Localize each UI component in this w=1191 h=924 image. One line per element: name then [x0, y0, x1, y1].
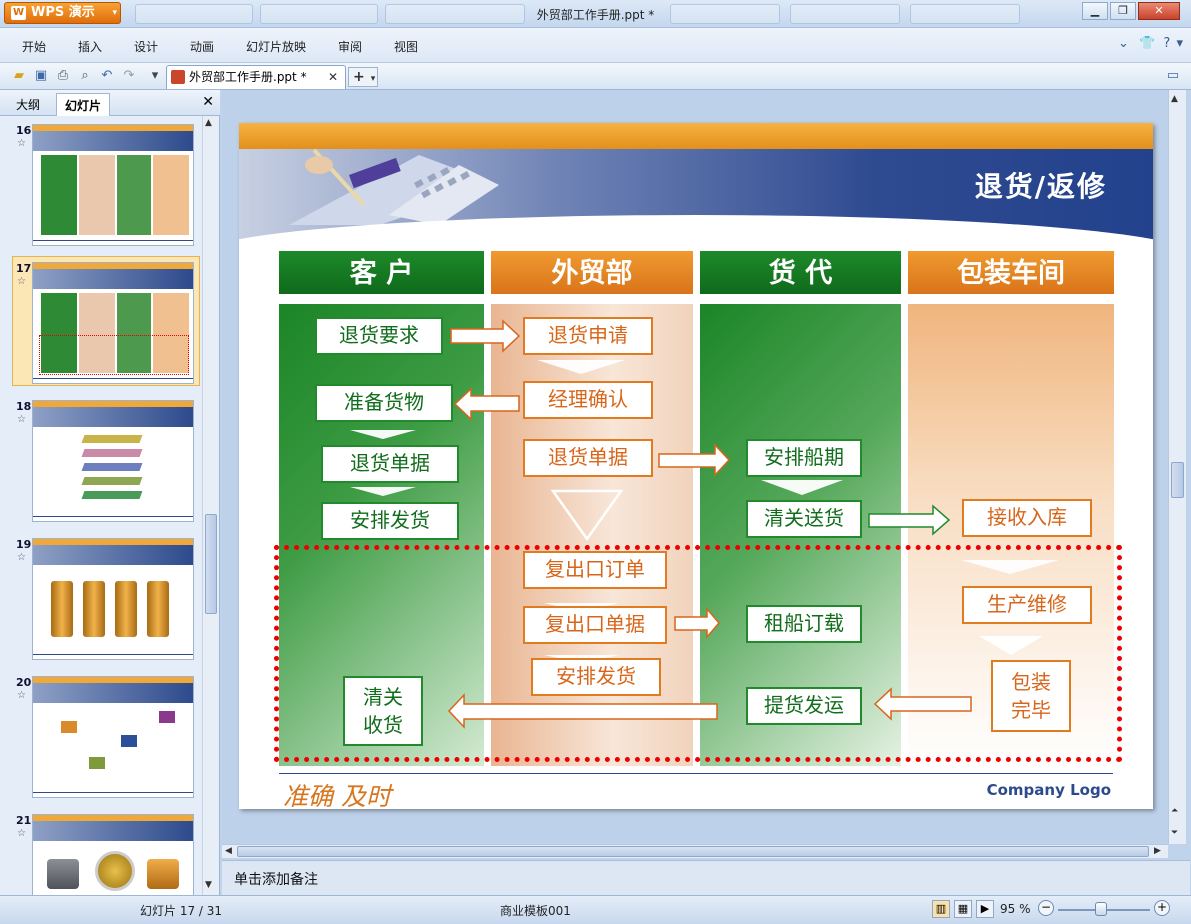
- previous-slide-icon[interactable]: ⏶: [1171, 806, 1178, 816]
- scroll-thumb[interactable]: [205, 514, 217, 614]
- chevron-down-icon[interactable]: ▾: [146, 67, 164, 85]
- title-bar: W WPS 演示 ▾ 外贸部工作手册.ppt * ▁ ❐ ✕: [0, 0, 1191, 28]
- menu-slideshow[interactable]: 幻灯片放映: [246, 38, 306, 55]
- flow-box-customs-delivery[interactable]: 清关送货: [746, 500, 862, 538]
- zoom-slider-handle[interactable]: [1095, 902, 1107, 916]
- scroll-thumb[interactable]: [1171, 462, 1184, 498]
- slogan-text[interactable]: 准确 及时: [283, 777, 391, 809]
- thumbnail-number: 17: [16, 262, 32, 275]
- panel-tabs: 大纲 幻灯片 ✕: [0, 90, 220, 116]
- scroll-thumb[interactable]: [237, 846, 1149, 857]
- print-icon[interactable]: ⎙: [54, 67, 72, 85]
- close-window-button[interactable]: ✕: [1138, 2, 1180, 20]
- slide-position-status: 幻灯片 17 / 31: [140, 904, 223, 918]
- menu-review[interactable]: 审阅: [338, 38, 362, 55]
- window-title: 外贸部工作手册.ppt *: [536, 8, 655, 22]
- normal-view-icon[interactable]: ▥: [932, 900, 950, 918]
- zoom-level[interactable]: 95 %: [1000, 902, 1031, 916]
- thumbnail-scrollbar[interactable]: ▲ ▼: [202, 116, 219, 895]
- open-folder-icon[interactable]: ▰: [10, 67, 28, 85]
- slide-thumbnail-19[interactable]: [32, 538, 194, 660]
- menu-design[interactable]: 设计: [134, 38, 158, 55]
- slide-17[interactable]: 退货/返修 客 户 外贸部 货 代 包装车间 退货要求 退货申请 准备货物 经理…: [239, 123, 1153, 809]
- flow-box-return-application[interactable]: 退货申请: [523, 317, 653, 355]
- slide-thumbnail-17[interactable]: [32, 262, 194, 384]
- star-icon: ☆: [17, 828, 26, 839]
- ppt-file-icon: [171, 70, 185, 84]
- chevron-down-icon[interactable]: ▾: [1176, 36, 1183, 51]
- document-tab[interactable]: 外贸部工作手册.ppt *: [166, 65, 346, 89]
- zoom-in-icon[interactable]: +: [1154, 900, 1170, 916]
- thumbnail-number: 16: [16, 124, 32, 137]
- flow-box-return-request[interactable]: 退货要求: [315, 317, 443, 355]
- scroll-right-icon[interactable]: ▶: [1154, 846, 1161, 856]
- notes-placeholder[interactable]: 单击添加备注: [234, 869, 318, 889]
- close-tab-icon[interactable]: ✕: [328, 70, 338, 84]
- chevron-down-icon[interactable]: ⌄: [1118, 36, 1129, 51]
- menu-insert[interactable]: 插入: [78, 38, 102, 55]
- menu-right-icons: ⌄ 👕 ? ▾: [1118, 36, 1183, 51]
- maximize-button[interactable]: ❐: [1110, 2, 1136, 20]
- flow-box-receive-storage[interactable]: 接收入库: [962, 499, 1092, 537]
- scroll-up-icon[interactable]: ▲: [205, 118, 212, 128]
- footer-line: [279, 773, 1113, 774]
- canvas-vertical-scrollbar[interactable]: ▲ ⏶ ⏷: [1168, 90, 1186, 844]
- status-bar: 幻灯片 17 / 31 商业模板001 ▥ ▦ ▶ 95 % − +: [0, 895, 1191, 924]
- print-preview-icon[interactable]: ⌕: [76, 67, 94, 85]
- red-dotted-highlight: [274, 545, 1122, 762]
- flow-box-schedule-shipment[interactable]: 安排船期: [746, 439, 862, 477]
- menu-bar: 开始 插入 设计 动画 幻灯片放映 审阅 视图 ⌄ 👕 ? ▾: [0, 28, 1191, 62]
- minimize-button[interactable]: ▁: [1082, 2, 1108, 20]
- company-logo-text[interactable]: Company Logo: [987, 781, 1111, 799]
- slideshow-play-icon[interactable]: ▶: [976, 900, 994, 918]
- wps-presentation-window: W WPS 演示 ▾ 外贸部工作手册.ppt * ▁ ❐ ✕ 开始 插入 设计 …: [0, 0, 1191, 924]
- flow-box-arrange-delivery-customer[interactable]: 安排发货: [321, 502, 459, 540]
- shirt-skin-icon[interactable]: 👕: [1139, 36, 1155, 51]
- help-icon[interactable]: ?: [1163, 36, 1170, 51]
- next-slide-icon[interactable]: ⏷: [1171, 828, 1178, 838]
- slide-thumbnail-20[interactable]: [32, 676, 194, 798]
- menu-view[interactable]: 视图: [394, 38, 418, 55]
- thumbnail-number: 20: [16, 676, 32, 689]
- save-icon[interactable]: ▣: [32, 67, 50, 85]
- scroll-up-icon[interactable]: ▲: [1171, 94, 1178, 104]
- thumbnail-number: 18: [16, 400, 32, 413]
- flow-box-return-docs-customer[interactable]: 退货单据: [321, 445, 459, 483]
- template-name-status[interactable]: 商业模板001: [500, 902, 571, 919]
- notes-pane[interactable]: 单击添加备注: [222, 860, 1190, 895]
- undo-icon[interactable]: ↶: [98, 67, 116, 85]
- menu-animation[interactable]: 动画: [190, 38, 214, 55]
- tab-slides[interactable]: 幻灯片: [56, 93, 111, 116]
- star-icon: ☆: [17, 552, 26, 563]
- redo-icon[interactable]: ↷: [120, 67, 138, 85]
- star-icon: ☆: [17, 690, 26, 701]
- scroll-down-icon[interactable]: ▼: [205, 880, 212, 890]
- thumbnail-number: 19: [16, 538, 32, 551]
- document-tab-label: 外贸部工作手册.ppt *: [189, 70, 307, 84]
- zoom-out-icon[interactable]: −: [1038, 900, 1054, 916]
- slide-thumbnail-21[interactable]: [32, 814, 194, 895]
- close-panel-icon[interactable]: ✕: [202, 94, 214, 110]
- thumbnail-number: 21: [16, 814, 32, 827]
- chevron-down-icon: ▾: [370, 74, 376, 84]
- star-icon: ☆: [17, 414, 26, 425]
- star-icon: ☆: [17, 276, 26, 287]
- canvas-horizontal-scrollbar[interactable]: ◀ ▶: [222, 844, 1168, 858]
- flow-box-return-docs-trade[interactable]: 退货单据: [523, 439, 653, 477]
- new-tab-button[interactable]: + ▾: [348, 67, 378, 87]
- quick-access-toolbar: ▰ ▣ ⎙ ⌕ ↶ ↷ ▾ 外贸部工作手册.ppt * ✕ + ▾ ▭: [0, 62, 1191, 90]
- flow-box-prepare-goods[interactable]: 准备货物: [315, 384, 453, 422]
- slide-sorter-icon[interactable]: ▦: [954, 900, 972, 918]
- flow-box-manager-confirm[interactable]: 经理确认: [523, 381, 653, 419]
- menu-home[interactable]: 开始: [22, 38, 46, 55]
- star-icon: ☆: [17, 138, 26, 149]
- slide-thumbnail-16[interactable]: [32, 124, 194, 246]
- slide-panel: 大纲 幻灯片 ✕ 16 ☆ 17 ☆ 18 ☆ 19 ☆ 20 ☆ 21 ☆ ▲…: [0, 90, 220, 895]
- scroll-left-icon[interactable]: ◀: [225, 846, 232, 856]
- tab-outline[interactable]: 大纲: [8, 93, 48, 116]
- thumbnail-list: 16 ☆ 17 ☆ 18 ☆ 19 ☆ 20 ☆ 21 ☆: [0, 116, 202, 895]
- slide-thumbnail-18[interactable]: [32, 400, 194, 522]
- window-layout-icon[interactable]: ▭: [1164, 67, 1182, 85]
